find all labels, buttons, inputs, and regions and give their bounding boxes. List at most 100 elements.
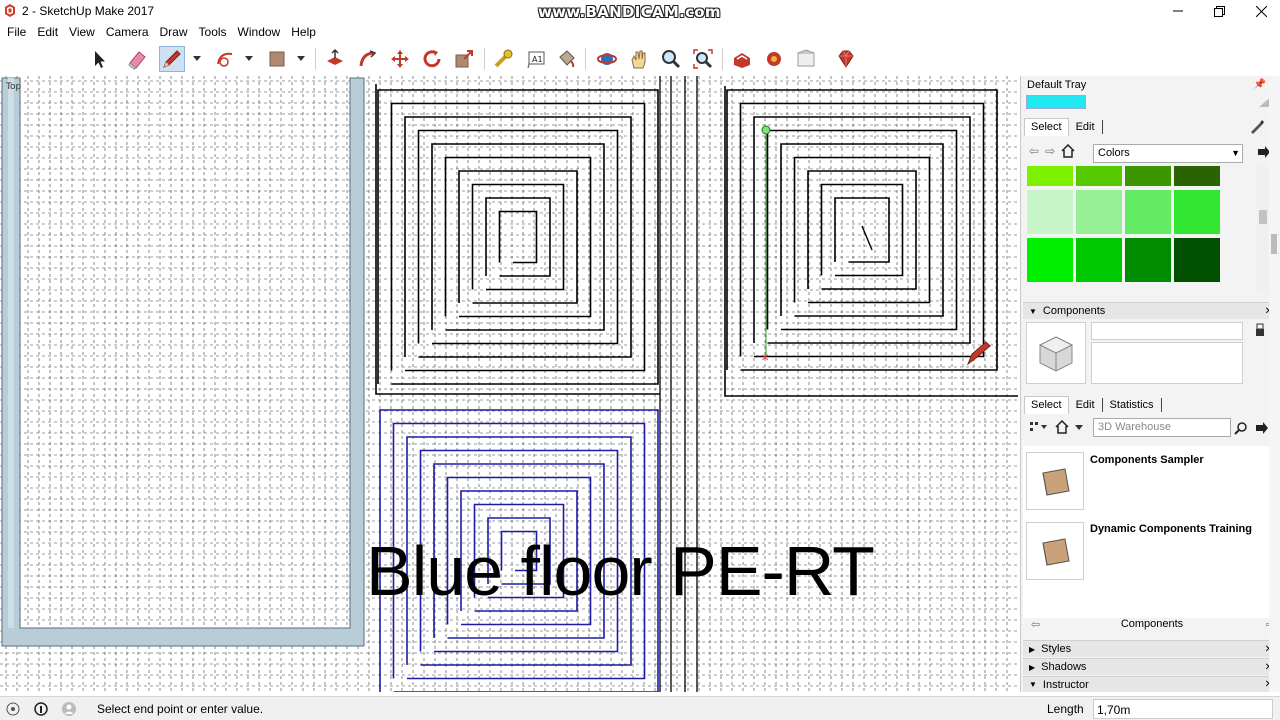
menu-file[interactable]: File: [3, 25, 33, 39]
components-panel-header[interactable]: ▼ Components ✕: [1023, 302, 1279, 319]
sample-paint-icon[interactable]: [1249, 118, 1265, 134]
menu-help[interactable]: Help: [287, 25, 323, 39]
follow-me-tool-button[interactable]: [355, 46, 381, 72]
geo-location-icon[interactable]: [5, 701, 21, 717]
menu-camera[interactable]: Camera: [102, 25, 156, 39]
wall-outline[interactable]: [1, 77, 365, 647]
color-swatch[interactable]: [1027, 190, 1073, 234]
component-search-input[interactable]: 3D Warehouse: [1093, 418, 1231, 437]
zoom-extents-tool-button[interactable]: [690, 46, 716, 72]
current-material-swatch[interactable]: [1026, 95, 1086, 109]
extension-manager-button[interactable]: [833, 46, 859, 72]
layout-button[interactable]: [793, 46, 819, 72]
line-tool-button[interactable]: [159, 46, 185, 72]
color-swatch[interactable]: [1027, 238, 1073, 282]
back-arrow-icon[interactable]: ⇦: [1031, 618, 1040, 631]
collapse-triangle-icon: ▼: [1029, 680, 1037, 689]
toolbar-separator: [315, 48, 316, 70]
home-icon[interactable]: [1061, 144, 1075, 158]
view-options-icon[interactable]: [1029, 420, 1049, 434]
pin-icon[interactable]: 📌: [1254, 79, 1266, 90]
component-item-name[interactable]: Dynamic Components Training: [1090, 523, 1252, 535]
text-tool-button[interactable]: A1: [523, 46, 549, 72]
black-heating-spiral-left[interactable]: [377, 89, 659, 385]
color-swatch[interactable]: [1125, 238, 1171, 282]
components-tab-select[interactable]: Select: [1024, 396, 1069, 414]
cube-icon: [1038, 336, 1074, 372]
menu-window[interactable]: Window: [234, 25, 288, 39]
menu-edit[interactable]: Edit: [33, 25, 65, 39]
orbit-tool-button[interactable]: [594, 46, 620, 72]
recorder-watermark: www.BANDICAM.com: [538, 3, 721, 21]
user-account-icon[interactable]: [61, 701, 77, 717]
back-arrow-icon[interactable]: ⇦: [1029, 144, 1039, 158]
3d-warehouse-button[interactable]: [729, 46, 755, 72]
close-window-button[interactable]: [1239, 0, 1280, 22]
color-swatch[interactable]: [1174, 166, 1220, 186]
push-pull-tool-button[interactable]: [322, 46, 348, 72]
arc-tool-dropdown-icon[interactable]: [244, 53, 254, 63]
large-tool-set: A1: [0, 41, 1280, 76]
orbit-icon: [597, 53, 617, 65]
arc-tool-button[interactable]: [212, 46, 238, 72]
color-swatch[interactable]: [1076, 238, 1122, 282]
components-tab-statistics[interactable]: Statistics: [1103, 396, 1161, 414]
component-item-name[interactable]: Components Sampler: [1090, 454, 1204, 466]
tray-scrollbar[interactable]: [1269, 76, 1279, 692]
move-tool-button[interactable]: [387, 46, 413, 72]
menu-tools[interactable]: Tools: [195, 25, 234, 39]
color-swatch-palette: [1027, 166, 1257, 294]
restore-button[interactable]: [1197, 0, 1241, 22]
color-swatch[interactable]: [1076, 166, 1122, 186]
components-tab-edit[interactable]: Edit: [1069, 396, 1102, 414]
line-tool-dropdown-icon[interactable]: [192, 53, 202, 63]
tape-measure-tool-button[interactable]: [490, 46, 516, 72]
credits-icon[interactable]: [33, 701, 49, 717]
paint-bucket-tool-button[interactable]: [553, 46, 579, 72]
color-swatch[interactable]: [1125, 166, 1171, 186]
instructor-panel-header[interactable]: ▼ Instructor ✕: [1023, 676, 1279, 692]
components-footer-label: Components: [1120, 618, 1184, 630]
select-tool-button[interactable]: [86, 46, 112, 72]
shadows-panel-header[interactable]: ▶ Shadows ✕: [1023, 658, 1279, 675]
rotate-tool-button[interactable]: [419, 46, 445, 72]
materials-tab-edit[interactable]: Edit: [1069, 118, 1102, 136]
title-bar: 2 - SketchUp Make 2017 www.BANDICAM.com: [0, 0, 1280, 22]
scrollbar-thumb[interactable]: [1259, 210, 1267, 224]
home-icon[interactable]: [1055, 420, 1069, 434]
component-name-field[interactable]: [1091, 322, 1243, 340]
minimize-button[interactable]: [1156, 0, 1200, 22]
measurements-input[interactable]: 1,70m: [1093, 699, 1273, 719]
3d-warehouse-icon: [734, 53, 750, 68]
color-swatch[interactable]: [1125, 190, 1171, 234]
rectangle-tool-button[interactable]: [264, 46, 290, 72]
color-swatch[interactable]: [1174, 190, 1220, 234]
color-swatch[interactable]: [1027, 166, 1073, 186]
menu-draw[interactable]: Draw: [156, 25, 195, 39]
pan-tool-button[interactable]: [626, 46, 652, 72]
details-arrow-icon[interactable]: [1255, 421, 1269, 435]
search-icon[interactable]: [1233, 420, 1249, 436]
color-swatch[interactable]: [1174, 238, 1220, 282]
styles-panel-header[interactable]: ▶ Styles ✕: [1023, 640, 1279, 657]
extension-warehouse-button[interactable]: [761, 46, 787, 72]
rectangle-tool-dropdown-icon[interactable]: [296, 53, 306, 63]
color-swatch[interactable]: [1076, 190, 1122, 234]
material-library-select[interactable]: Colors ▼: [1093, 144, 1243, 163]
scale-tool-button[interactable]: [451, 46, 477, 72]
component-description-field[interactable]: [1091, 342, 1243, 384]
materials-nav-row: ⇦ ⇨: [1029, 144, 1075, 158]
chevron-down-icon[interactable]: [1075, 420, 1083, 434]
materials-tab-select[interactable]: Select: [1024, 118, 1069, 136]
menu-view[interactable]: View: [65, 25, 102, 39]
forward-arrow-icon[interactable]: ⇨: [1045, 144, 1055, 158]
material-library-value: Colors: [1098, 147, 1130, 159]
eraser-tool-button[interactable]: [124, 46, 150, 72]
scrollbar-thumb[interactable]: [1271, 234, 1277, 254]
modeling-viewport[interactable]: Top ✕ Blue floor PE-RT: [0, 76, 1018, 692]
palette-scrollbar[interactable]: [1257, 166, 1269, 294]
display-secondary-pane-icon[interactable]: [1254, 323, 1266, 337]
zoom-tool-button[interactable]: [658, 46, 684, 72]
component-item-thumbnail[interactable]: [1026, 522, 1084, 580]
component-item-thumbnail[interactable]: [1026, 452, 1084, 510]
